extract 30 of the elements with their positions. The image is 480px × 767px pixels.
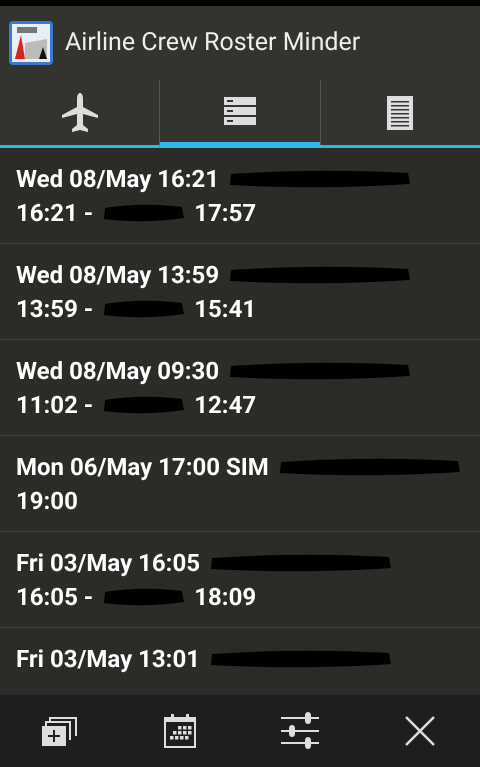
duty-header: Wed 08/May 16:21 [16, 164, 220, 194]
roster-entry[interactable]: Mon 06/May 17:00 SIM 19:00 [0, 436, 480, 532]
duty-start-time: 13:59 - [16, 294, 94, 324]
duty-end-time: 15:41 [194, 294, 256, 324]
calendar-icon[interactable] [164, 714, 196, 748]
duty-start-time: 16:05 - [16, 582, 94, 612]
sliders-icon[interactable] [281, 712, 319, 750]
list-icon [224, 97, 256, 125]
duty-end-time: 12:47 [194, 390, 256, 420]
duty-header: Wed 08/May 13:59 [16, 260, 220, 290]
window-title: Airline Crew Roster Minder [65, 27, 360, 60]
duty-start-time: 19:00 [16, 486, 78, 516]
roster-entry[interactable]: Wed 08/May 13:59 13:59 - 15:41 [0, 244, 480, 340]
roster-entry[interactable]: Fri 03/May 16:05 16:05 - 18:09 [0, 532, 480, 628]
duty-header: Fri 03/May 16:05 [16, 548, 200, 578]
duty-end-time: 17:57 [194, 198, 256, 228]
roster-entry[interactable]: Wed 08/May 16:21 16:21 - 17:57 [0, 148, 480, 244]
duty-start-time: 16:21 - [16, 198, 94, 228]
app-logo-icon [9, 21, 53, 65]
airplane-icon [62, 92, 98, 132]
close-icon[interactable] [405, 716, 435, 746]
duty-header: Wed 08/May 09:30 [16, 356, 220, 386]
duty-header: Mon 06/May 17:00 SIM [16, 452, 269, 482]
tab[interactable] [159, 80, 320, 148]
roster-entry[interactable]: Wed 08/May 09:30 11:02 - 12:47 [0, 340, 480, 436]
duty-header: Fri 03/May 13:01 [16, 644, 200, 674]
add-window-icon[interactable] [42, 714, 78, 748]
duty-end-time: 18:09 [194, 582, 256, 612]
document-icon [387, 96, 414, 130]
duty-start-time: 11:02 - [16, 390, 94, 420]
